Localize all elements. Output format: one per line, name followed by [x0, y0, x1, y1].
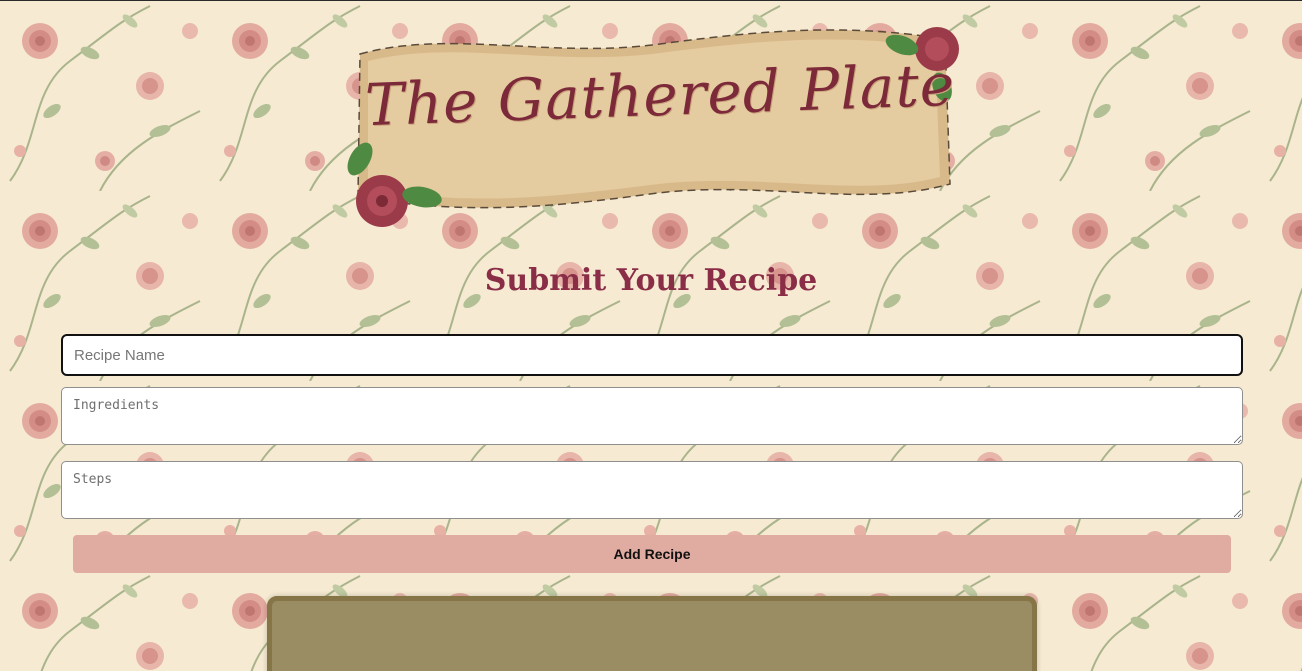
page-content: The Gathered Plate Submit Your Recipe Ad… — [0, 1, 1302, 671]
ingredients-textarea[interactable] — [61, 387, 1243, 445]
site-banner: The Gathered Plate — [330, 9, 980, 239]
recipe-name-input[interactable] — [61, 334, 1243, 376]
page-title: Submit Your Recipe — [484, 263, 818, 298]
add-recipe-button[interactable]: Add Recipe — [73, 535, 1231, 573]
recipe-list-panel — [267, 596, 1037, 671]
steps-textarea[interactable] — [61, 461, 1243, 519]
